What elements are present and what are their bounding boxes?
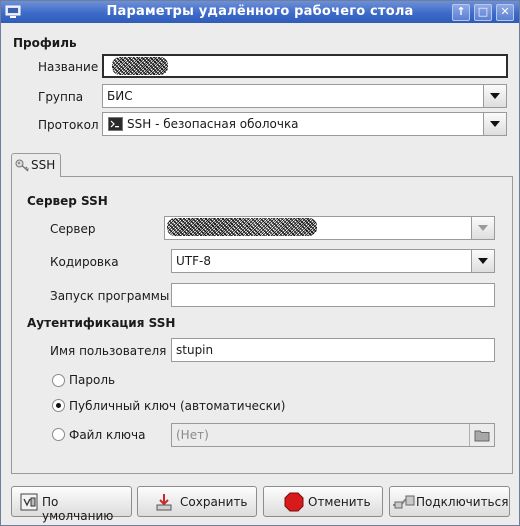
close-button[interactable]: ✕	[496, 4, 514, 21]
name-input[interactable]	[102, 54, 508, 78]
protocol-select[interactable]: SSH - безопасная оболочка	[102, 112, 507, 136]
default-button[interactable]: По умолчанию	[11, 486, 132, 523]
ssh-server-section-title: Сервер SSH	[27, 194, 108, 208]
group-value: БИС	[107, 89, 133, 103]
cancel-button-label: Отменить	[308, 495, 371, 509]
stop-icon	[284, 492, 304, 512]
startup-program-input[interactable]	[171, 283, 495, 307]
protocol-value: SSH - безопасная оболочка	[127, 117, 299, 131]
title-bar[interactable]: Параметры удалённого рабочего стола ↑ □ …	[1, 1, 519, 23]
encoding-value: UTF-8	[176, 254, 211, 268]
protocol-label: Протокол	[38, 118, 99, 132]
encoding-dropdown-button[interactable]	[471, 250, 494, 272]
cancel-button[interactable]: Отменить	[263, 486, 383, 517]
connect-button-label: Подключиться	[416, 495, 509, 509]
save-icon	[156, 494, 172, 511]
group-label: Группа	[38, 90, 84, 104]
radio-key-file[interactable]	[52, 428, 65, 441]
tab-ssh-label: SSH	[31, 158, 56, 172]
save-button[interactable]: Сохранить	[137, 486, 257, 517]
name-label: Название	[38, 60, 99, 74]
connect-button[interactable]: Подключиться	[389, 486, 510, 517]
terminal-icon	[108, 117, 123, 131]
username-value: stupin	[176, 343, 214, 357]
startup-program-label: Запуск программы	[50, 289, 170, 303]
protocol-dropdown-button[interactable]	[483, 113, 506, 135]
key-file-browse-button[interactable]	[469, 424, 494, 446]
redacted-server-scribble	[167, 218, 317, 236]
group-dropdown-button[interactable]	[483, 85, 506, 107]
default-button-label: По умолчанию	[42, 495, 114, 523]
radio-public-key-auto[interactable]	[52, 399, 65, 412]
key-file-value: (Нет)	[176, 428, 209, 442]
defaults-icon	[20, 493, 38, 511]
maximize-button[interactable]: □	[474, 4, 492, 21]
server-label: Сервер	[50, 222, 96, 236]
key-file-chooser[interactable]: (Нет)	[171, 423, 495, 447]
connect-plug-icon	[393, 495, 415, 509]
username-input[interactable]: stupin	[171, 338, 495, 362]
username-label: Имя пользователя	[50, 344, 167, 358]
redacted-name-scribble	[112, 57, 168, 75]
tab-ssh[interactable]: SSH	[11, 153, 61, 177]
key-icon	[15, 159, 29, 172]
save-button-label: Сохранить	[180, 495, 248, 509]
group-combobox[interactable]: БИС	[102, 84, 507, 108]
server-combobox[interactable]	[164, 216, 495, 240]
folder-icon	[474, 430, 490, 442]
window-title: Параметры удалённого рабочего стола	[106, 4, 414, 19]
radio-password[interactable]	[52, 374, 65, 387]
remote-desktop-preferences-window: Параметры удалённого рабочего стола ↑ □ …	[0, 0, 520, 526]
profile-section-title: Профиль	[13, 36, 77, 50]
server-dropdown-button[interactable]	[471, 217, 494, 239]
radio-public-key-auto-label[interactable]: Публичный ключ (автоматически)	[69, 399, 285, 413]
radio-key-file-label[interactable]: Файл ключа	[69, 428, 145, 442]
shade-button[interactable]: ↑	[452, 4, 470, 21]
encoding-label: Кодировка	[50, 255, 119, 269]
ssh-auth-section-title: Аутентификация SSH	[27, 316, 176, 330]
radio-password-label[interactable]: Пароль	[69, 373, 115, 387]
encoding-combobox[interactable]: UTF-8	[171, 249, 495, 273]
